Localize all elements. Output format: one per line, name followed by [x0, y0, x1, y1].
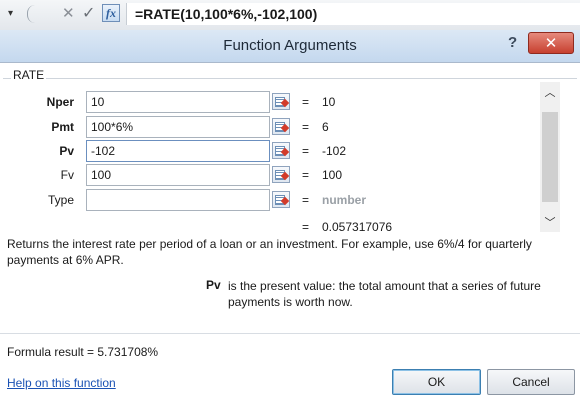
arg-equals: = — [302, 95, 310, 109]
arg-label: Pmt — [51, 120, 74, 134]
cancel-button[interactable]: Cancel — [487, 369, 575, 395]
nper-input[interactable] — [86, 91, 270, 113]
help-on-function-link[interactable]: Help on this function — [7, 376, 116, 390]
function-arguments-dialog: Function Arguments ? ✕ RATE Nper = 10 Pm… — [0, 30, 580, 404]
collapse-dialog-icon[interactable] — [272, 142, 290, 159]
arg-evaluated-value: 6 — [322, 120, 329, 134]
formula-result: Formula result = 5.731708% — [7, 345, 159, 359]
arg-evaluated-value: 100 — [322, 168, 343, 182]
arg-label: Nper — [46, 95, 74, 109]
scroll-thumb[interactable] — [542, 112, 558, 202]
type-input[interactable] — [86, 189, 270, 211]
close-button[interactable]: ✕ — [528, 32, 574, 54]
arguments-scrollbar[interactable]: ︿ ﹀ — [540, 82, 560, 232]
arg-label: Type — [47, 193, 74, 207]
arg-evaluated-value: -102 — [322, 144, 347, 158]
arg-label: Pv — [59, 144, 74, 158]
argument-row-type: Type = number — [0, 189, 530, 211]
arg-equals: = — [302, 144, 310, 158]
argument-help-text: is the present value: the total amount t… — [228, 279, 541, 309]
argument-row-fv: Fv = 100 — [0, 164, 530, 186]
argument-help-name: Pv — [206, 278, 221, 292]
ok-button[interactable]: OK — [392, 369, 481, 395]
function-result-value: 0.057317076 — [322, 220, 393, 234]
function-name-label: RATE — [11, 68, 47, 82]
collapse-dialog-icon[interactable] — [272, 118, 290, 135]
fv-input[interactable] — [86, 164, 270, 186]
collapse-dialog-icon[interactable] — [272, 93, 290, 110]
insert-function-icon[interactable]: fx — [102, 4, 120, 22]
arg-type-hint: number — [322, 193, 367, 207]
collapse-dialog-icon[interactable] — [272, 191, 290, 208]
scroll-down-icon[interactable]: ﹀ — [540, 214, 560, 230]
formula-input[interactable]: =RATE(10,100*6%,-102,100) — [126, 3, 580, 25]
arg-equals: = — [302, 120, 310, 134]
arg-evaluated-value: 10 — [322, 95, 336, 109]
name-box-dropdown-icon[interactable]: ▾ — [8, 8, 13, 19]
collapse-dialog-icon[interactable] — [272, 166, 290, 183]
divider — [0, 333, 580, 334]
dialog-title: Function Arguments — [223, 37, 357, 54]
scroll-up-icon[interactable]: ︿ — [540, 84, 560, 100]
formula-bar-divider — [27, 5, 42, 23]
cancel-entry-icon[interactable]: ✕ — [62, 4, 75, 22]
overall-equals: = — [302, 220, 310, 234]
argument-row-pv: Pv = -102 — [0, 140, 530, 162]
function-description: Returns the interest rate per period of … — [7, 237, 532, 267]
help-icon[interactable]: ? — [508, 34, 517, 51]
arg-label: Fv — [60, 168, 74, 182]
argument-row-pmt: Pmt = 6 — [0, 116, 530, 138]
dialog-titlebar[interactable]: Function Arguments ? ✕ — [0, 30, 580, 63]
pv-input[interactable] — [86, 140, 270, 162]
arg-equals: = — [302, 193, 310, 207]
arg-equals: = — [302, 168, 310, 182]
argument-row-nper: Nper = 10 — [0, 91, 530, 113]
enter-checkmark-icon[interactable]: ✓ — [82, 3, 95, 23]
pmt-input[interactable] — [86, 116, 270, 138]
formula-bar: ▾ ✕ ✓ fx =RATE(10,100*6%,-102,100) — [0, 0, 580, 31]
